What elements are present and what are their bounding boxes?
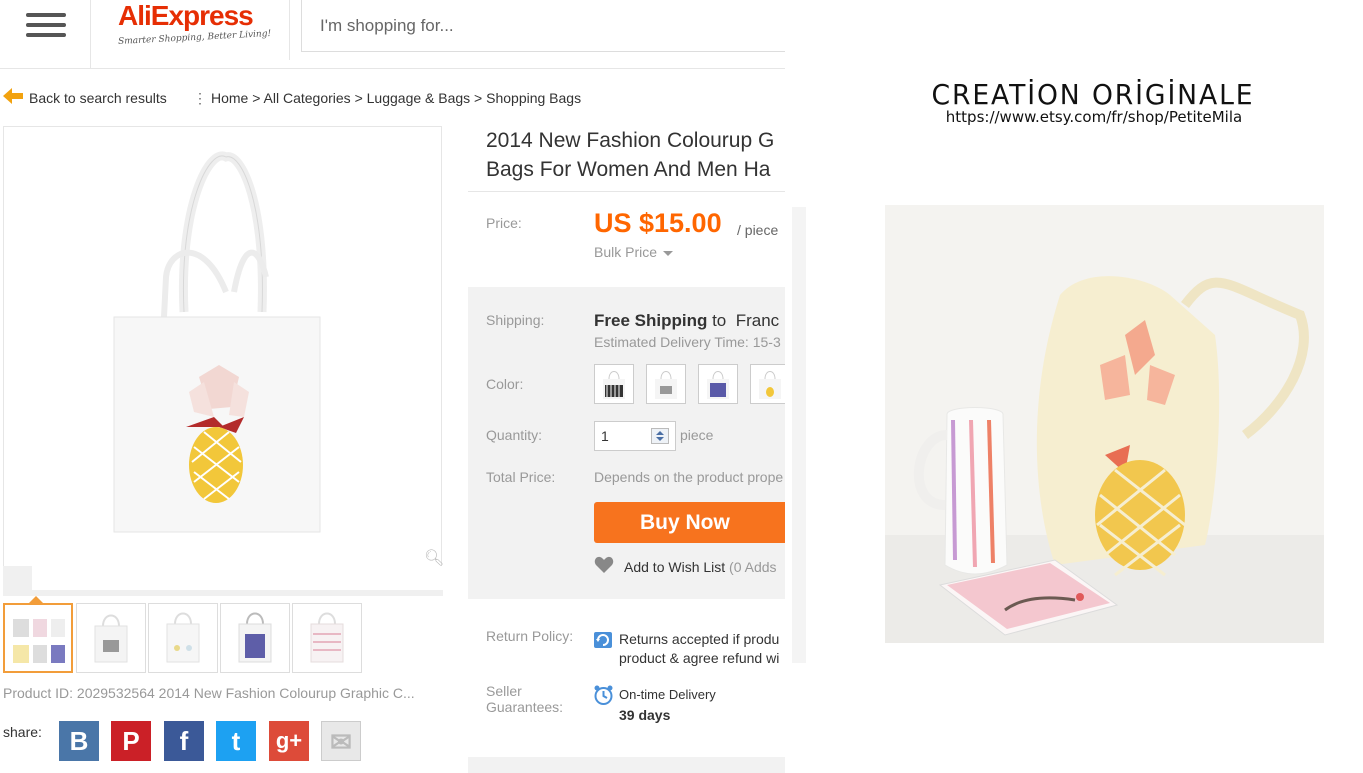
buy-now-button[interactable]: Buy Now [594, 502, 785, 543]
share-facebook-button[interactable]: f [164, 721, 204, 761]
color-swatch-4[interactable] [750, 364, 785, 404]
search-placeholder: I'm shopping for... [320, 16, 454, 35]
wishlist-label: Add to Wish List [624, 559, 726, 575]
spinner-icon[interactable] [651, 428, 669, 444]
panel-footer [468, 757, 785, 773]
magnifier-icon[interactable]: 🔍︎ [424, 548, 444, 568]
aliexpress-logo[interactable]: AliExpress Smarter Shopping, Better Livi… [110, 0, 290, 60]
seller-guarantees-label-1: Seller [486, 683, 522, 699]
color-swatch-2[interactable] [646, 364, 686, 404]
delivery-days: 39 days [619, 707, 671, 723]
alarm-clock-icon [594, 685, 613, 705]
color-swatch-3[interactable] [698, 364, 738, 404]
return-policy-text: Returns accepted if produ product & agre… [619, 630, 779, 668]
seller-guarantees-text: On-time Delivery 39 days [619, 685, 716, 726]
shipping-info[interactable]: Free Shipping to Franc [594, 311, 779, 331]
wishlist-count: (0 Adds [729, 559, 777, 575]
add-to-wishlist-link[interactable]: Add to Wish List (0 Adds [624, 559, 777, 575]
thumbnail-3[interactable] [148, 603, 218, 673]
thumbnail-2[interactable] [76, 603, 146, 673]
thumbnail-1[interactable] [3, 603, 73, 673]
etsy-shop-url: https://www.etsy.com/fr/shop/PetiteMila [945, 108, 1243, 126]
share-label: share: [3, 724, 42, 740]
share-pinterest-button[interactable]: P [111, 721, 151, 761]
tote-bag-illustration [113, 151, 321, 533]
site-header: AliExpress Smarter Shopping, Better Livi… [0, 0, 785, 69]
logo-text: AliExpress [118, 0, 254, 31]
etsy-comparison-panel: CREATİON ORİGİNALE https://www.etsy.com/… [785, 0, 1363, 773]
quantity-label: Quantity: [486, 427, 543, 443]
thumbnail-4[interactable] [220, 603, 290, 673]
bulk-price-dropdown[interactable]: Bulk Price [594, 244, 673, 260]
seller-guarantees-label-2: Guarantees: [486, 699, 564, 715]
product-title-line-1: 2014 New Fashion Colourup G [486, 129, 775, 152]
product-title: 2014 New Fashion Colourup G Bags For Wom… [486, 126, 785, 184]
share-twitter-button[interactable]: t [216, 721, 256, 761]
product-id: Product ID: 2029532564 2014 New Fashion … [3, 685, 415, 701]
quantity-stepper[interactable]: 1 [594, 421, 676, 451]
back-arrow-icon[interactable] [3, 88, 23, 104]
heart-icon[interactable] [594, 556, 614, 574]
back-to-search-link[interactable]: Back to search results [29, 90, 167, 106]
product-title-line-2: Bags For Women And Men Ha [486, 158, 771, 181]
breadcrumb: Back to search results ⋮ Home > All Cate… [0, 88, 785, 108]
quantity-unit: piece [680, 427, 714, 443]
thumbnail-5[interactable] [292, 603, 362, 673]
shipping-label: Shipping: [486, 312, 545, 328]
hamburger-icon[interactable] [0, 0, 91, 69]
total-price-value: Depends on the product prope [594, 469, 784, 485]
return-policy-line-1: Returns accepted if produ [619, 631, 780, 647]
creation-heading: CREATİON ORİGİNALE [931, 78, 1255, 111]
aliexpress-product-page: AliExpress Smarter Shopping, Better Livi… [0, 0, 785, 773]
color-swatch-1[interactable] [594, 364, 634, 404]
estimated-delivery: Estimated Delivery Time: 15-3 [594, 334, 781, 350]
free-shipping-text: Free Shipping [594, 311, 708, 330]
main-product-image[interactable] [3, 126, 442, 591]
quantity-value: 1 [601, 428, 609, 444]
thumbnail-indicator [29, 596, 43, 603]
seller-guarantees-label: Seller Guarantees: [486, 683, 563, 715]
color-label: Color: [486, 376, 524, 392]
return-policy-line-2: product & agree refund wi [619, 650, 780, 666]
shipping-destination: to Franc [707, 311, 780, 330]
price-label: Price: [486, 215, 522, 231]
divider [468, 191, 785, 192]
original-product-photo [885, 205, 1324, 643]
price-unit: / piece [737, 222, 779, 238]
share-vk-button[interactable]: B [59, 721, 99, 761]
return-policy-icon [594, 632, 612, 648]
gallery-strip [3, 566, 443, 596]
search-input[interactable]: I'm shopping for... [301, 0, 785, 52]
total-price-label: Total Price: [486, 469, 556, 485]
return-policy-label: Return Policy: [486, 628, 574, 644]
breadcrumb-path[interactable]: Home > All Categories > Luggage & Bags >… [211, 90, 581, 106]
share-email-button[interactable]: ✉ [321, 721, 361, 761]
share-google-plus-button[interactable]: g+ [269, 721, 309, 761]
on-time-delivery: On-time Delivery [619, 687, 716, 702]
price-value: US $15.00 [594, 208, 722, 238]
breadcrumb-separator: ⋮ [193, 90, 207, 106]
image-edge [792, 207, 806, 663]
